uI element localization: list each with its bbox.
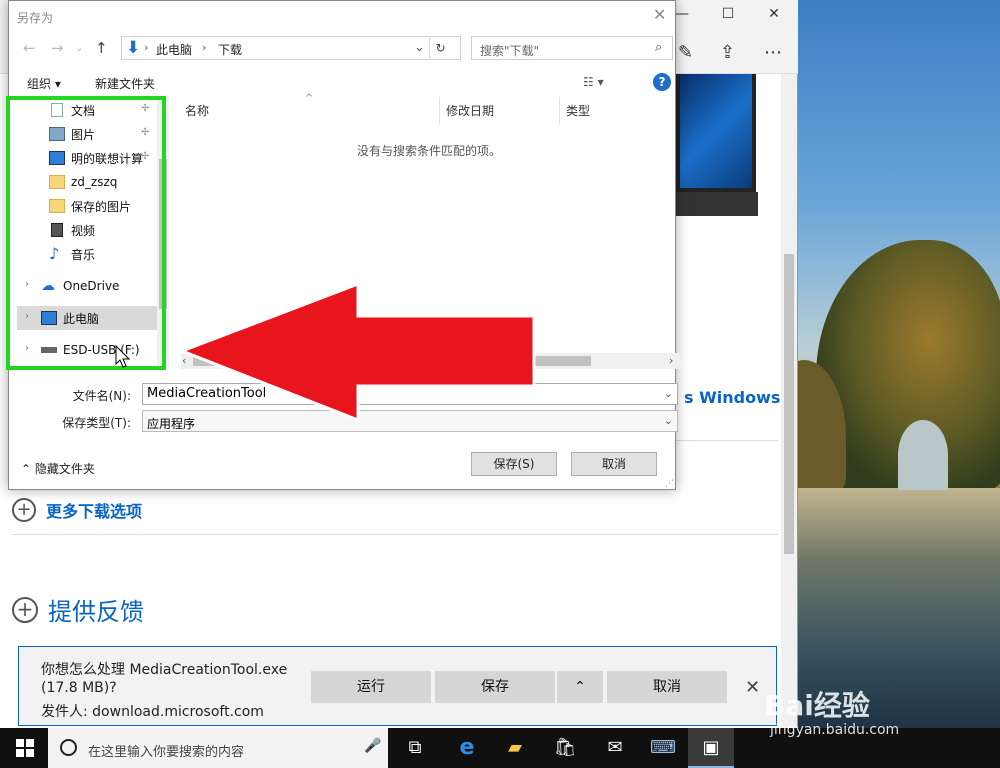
store-icon[interactable]: 🛍 bbox=[542, 728, 588, 768]
download-size: (17.8 MB)? bbox=[41, 680, 117, 696]
windows-link[interactable]: s Windows bbox=[684, 388, 780, 407]
close-icon[interactable]: ✕ bbox=[764, 6, 784, 26]
help-icon[interactable]: ? bbox=[653, 73, 671, 91]
taskbar-search[interactable]: 在这里输入你要搜索的内容 🎤 bbox=[48, 728, 388, 768]
feedback-label: 提供反馈 bbox=[48, 598, 144, 626]
maximize-icon[interactable]: ☐ bbox=[718, 6, 738, 26]
chevron-down-icon[interactable]: ⌄ bbox=[414, 40, 425, 55]
more-downloads-expander[interactable]: + 更多下载选项 bbox=[12, 498, 142, 522]
baidu-watermark-url: jingyan.baidu.com bbox=[770, 722, 900, 738]
recent-dropdown-icon[interactable]: ⌄ bbox=[75, 43, 83, 54]
highlight-box bbox=[6, 96, 166, 370]
microphone-icon[interactable]: 🎤 bbox=[364, 738, 381, 754]
up-arrow-icon[interactable]: ↑ bbox=[95, 39, 108, 57]
hide-folders-label: 隐藏文件夹 bbox=[34, 462, 95, 476]
share-icon[interactable]: ⇪ bbox=[720, 42, 735, 63]
save-download-button[interactable]: 保存 bbox=[435, 671, 555, 703]
chevron-right-icon[interactable]: › bbox=[144, 41, 148, 54]
download-folder-icon: ⬇ bbox=[126, 38, 141, 58]
divider bbox=[12, 534, 778, 535]
chevron-right-icon[interactable]: › bbox=[669, 354, 673, 367]
media-creation-tool-icon[interactable]: ▣ bbox=[688, 728, 734, 768]
laptop-base bbox=[676, 192, 758, 216]
breadcrumb-downloads[interactable]: 下载 bbox=[218, 41, 242, 58]
sort-caret-icon: ^ bbox=[305, 93, 314, 104]
cancel-download-button[interactable]: 取消 bbox=[607, 671, 727, 703]
column-separator[interactable] bbox=[439, 97, 440, 125]
refresh-icon[interactable]: ↻ bbox=[429, 36, 451, 60]
empty-message: 没有与搜索条件匹配的项。 bbox=[357, 144, 502, 158]
download-publisher: 发件人: download.microsoft.com bbox=[41, 704, 264, 720]
desktop-wallpaper bbox=[796, 0, 1000, 728]
column-separator[interactable] bbox=[559, 97, 560, 125]
column-header-name[interactable]: 名称 bbox=[185, 97, 209, 125]
keyboard-app-icon[interactable]: ⌨ bbox=[640, 728, 686, 768]
taskbar-search-text: 在这里输入你要搜索的内容 bbox=[88, 745, 245, 760]
breadcrumb-this-pc[interactable]: 此电脑 bbox=[156, 41, 192, 58]
laptop-screen bbox=[676, 74, 756, 192]
search-input[interactable]: 搜索"下载" bbox=[471, 36, 673, 60]
close-icon[interactable]: ✕ bbox=[653, 5, 666, 24]
task-view-icon[interactable]: ⧉ bbox=[392, 728, 438, 768]
plus-circle-icon: + bbox=[12, 498, 36, 522]
resize-grip-icon[interactable]: ⋰ bbox=[665, 479, 674, 489]
edge-icon[interactable]: e bbox=[444, 728, 490, 768]
more-downloads-label: 更多下载选项 bbox=[46, 502, 143, 521]
address-bar[interactable]: ⬇ › 此电脑 › 下载 ⌄ bbox=[121, 36, 461, 60]
browser-scrollbar[interactable] bbox=[781, 74, 797, 728]
organize-button[interactable]: 组织 ▾ bbox=[27, 75, 61, 92]
laptop-image bbox=[676, 74, 758, 216]
file-explorer-icon[interactable]: ▰ bbox=[492, 728, 538, 768]
download-bar: 你想怎么处理 MediaCreationTool.exe (17.8 MB)? … bbox=[18, 646, 777, 726]
filetype-label: 保存类型(T): bbox=[62, 416, 131, 430]
filetype-value: 应用程序 bbox=[147, 417, 196, 431]
more-icon[interactable]: ⋯ bbox=[764, 42, 782, 63]
back-arrow-icon[interactable]: ← bbox=[23, 39, 36, 57]
chevron-left-icon[interactable]: ‹ bbox=[182, 354, 186, 367]
cancel-button[interactable]: 取消 bbox=[571, 452, 657, 476]
plus-circle-icon: + bbox=[12, 596, 38, 623]
command-bar: 组织 ▾ 新建文件夹 ☷ ▾ ? bbox=[17, 69, 677, 97]
hide-folders-toggle[interactable]: ⌃ 隐藏文件夹 bbox=[21, 460, 95, 477]
close-icon[interactable]: ✕ bbox=[745, 677, 760, 698]
download-question: 你想怎么处理 MediaCreationTool.exe bbox=[41, 662, 288, 678]
scrollbar-thumb[interactable] bbox=[784, 254, 794, 554]
column-header-type[interactable]: 类型 bbox=[566, 97, 590, 125]
scrollbar-thumb[interactable] bbox=[193, 356, 591, 366]
forward-arrow-icon[interactable]: → bbox=[51, 39, 64, 57]
pen-icon[interactable]: ✎ bbox=[678, 42, 693, 63]
feedback-expander[interactable]: + 提供反馈 bbox=[12, 592, 144, 627]
filename-label: 文件名(N): bbox=[72, 389, 131, 403]
dialog-title: 另存为 bbox=[17, 11, 54, 25]
chevron-down-icon[interactable]: ⌄ bbox=[664, 414, 673, 427]
filename-value: MediaCreationTool bbox=[147, 386, 267, 401]
chevron-right-icon[interactable]: › bbox=[202, 41, 206, 54]
baidu-watermark: Bai经验 bbox=[764, 689, 870, 722]
filename-input[interactable]: MediaCreationTool ⌄ bbox=[142, 383, 678, 405]
save-button[interactable]: 保存(S) bbox=[471, 452, 557, 476]
chevron-up-icon: ⌃ bbox=[21, 462, 35, 476]
search-icon[interactable]: ⌕ bbox=[655, 40, 662, 55]
horizontal-scrollbar[interactable]: ‹ › bbox=[181, 353, 681, 369]
cortana-icon bbox=[60, 739, 77, 756]
chevron-up-icon[interactable]: ⌃ bbox=[557, 671, 603, 703]
view-options-icon[interactable]: ☷ ▾ bbox=[583, 75, 604, 89]
windows-start-icon[interactable] bbox=[16, 739, 34, 757]
new-folder-button[interactable]: 新建文件夹 bbox=[95, 75, 155, 92]
wallpaper-arch bbox=[898, 420, 948, 490]
run-button[interactable]: 运行 bbox=[311, 671, 431, 703]
mail-icon[interactable]: ✉ bbox=[592, 728, 638, 768]
column-header-date[interactable]: 修改日期 bbox=[446, 97, 494, 125]
chevron-down-icon[interactable]: ⌄ bbox=[664, 387, 673, 400]
filetype-select[interactable]: 应用程序 ⌄ bbox=[142, 410, 678, 432]
